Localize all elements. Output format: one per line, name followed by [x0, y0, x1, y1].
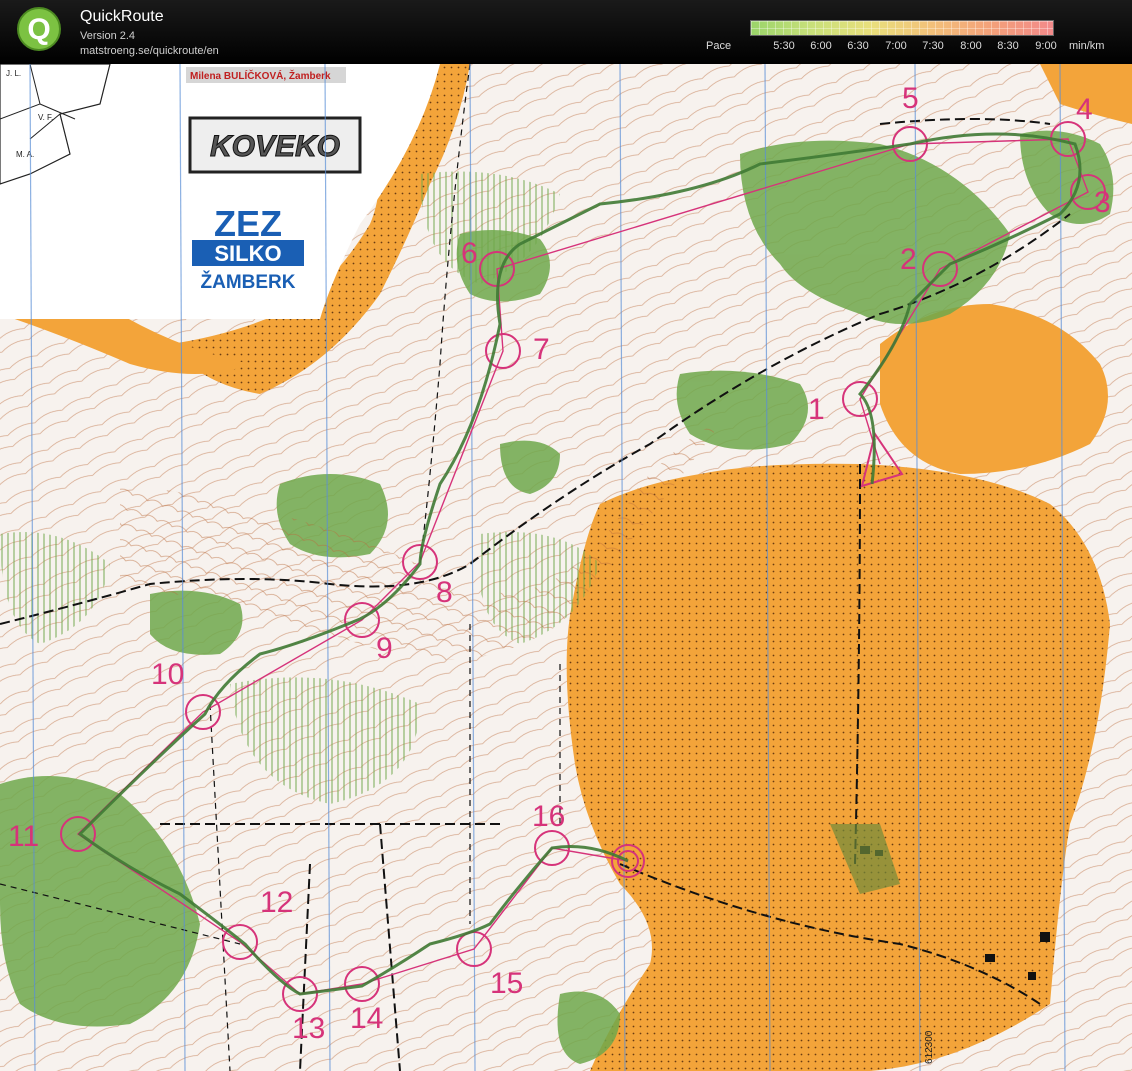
control-number: 1: [808, 393, 825, 426]
sponsor-silko-logo: SILKO: [214, 241, 281, 266]
control-number: 15: [490, 967, 523, 1000]
pace-unit: min/km: [1069, 40, 1105, 52]
pace-tick: 5:30: [773, 40, 795, 52]
control-number: 14: [350, 1002, 383, 1035]
pace-label: Pace: [706, 40, 732, 52]
pace-tick: 6:30: [847, 40, 869, 52]
control-number: 4: [1076, 93, 1093, 126]
app-title: QuickRoute: [80, 8, 164, 25]
control-number: 9: [376, 632, 393, 665]
pace-tick: 7:30: [922, 40, 944, 52]
control-number: 2: [900, 243, 917, 276]
pace-color-scale: [750, 20, 1054, 36]
control-number: 3: [1094, 186, 1111, 219]
control-number: 7: [533, 333, 550, 366]
app-header: Q QuickRoute Version 2.4 matstroeng.se/q…: [0, 0, 1132, 64]
koveko-logo: KOVEKO: [210, 130, 340, 163]
pace-tick: 7:00: [885, 40, 907, 52]
sponsor-zamberk-logo: ŽAMBERK: [201, 271, 296, 293]
control-number: 13: [292, 1012, 325, 1045]
control-number: 16: [532, 800, 565, 833]
control-number: 6: [461, 237, 478, 270]
control-number: 10: [151, 658, 184, 691]
inset-label: V. F.: [38, 113, 53, 122]
control-number: 5: [902, 82, 919, 115]
map-edge-text: 612300: [924, 1030, 935, 1064]
author-credit: Milena BULÍČKOVÁ, Žamberk: [190, 69, 331, 82]
control-number: 12: [260, 886, 293, 919]
pace-tick: 6:00: [810, 40, 832, 52]
control-number: 11: [8, 820, 39, 853]
app-url-link[interactable]: matstroeng.se/quickroute/en: [80, 45, 219, 57]
quickroute-logo-icon: Q: [17, 7, 61, 51]
app-version: Version 2.4: [80, 30, 136, 42]
pace-tick: 8:00: [960, 40, 982, 52]
pace-tick: 9:00: [1035, 40, 1057, 52]
inset-label: J. L.: [6, 69, 21, 78]
sponsor-zez-logo: ZEZ: [214, 203, 282, 244]
pace-tick: 8:30: [997, 40, 1019, 52]
orienteering-map[interactable]: J. L. V. F. M. A. Milena BULÍČKOVÁ, Žamb…: [0, 64, 1132, 1071]
inset-label: M. A.: [16, 150, 34, 159]
svg-text:Q: Q: [27, 13, 50, 46]
control-number: 8: [436, 576, 453, 609]
